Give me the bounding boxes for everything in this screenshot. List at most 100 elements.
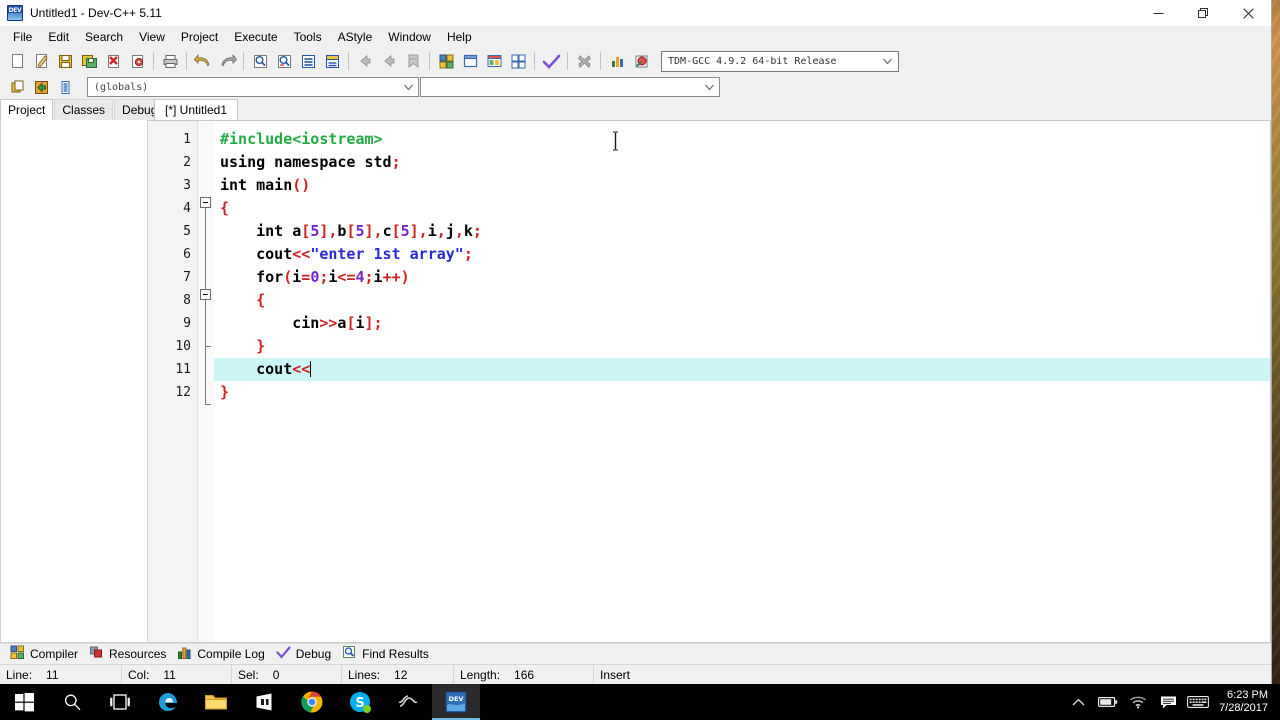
wifi-icon[interactable] — [1123, 684, 1153, 720]
bottom-tab-label: Resources — [109, 647, 167, 661]
toolbar-separator — [429, 52, 430, 70]
bottom-tab-resources[interactable]: Resources — [87, 643, 175, 665]
store-button[interactable] — [240, 684, 288, 720]
tab-strip: Project Classes Debug [*] Untitled1 — [0, 99, 1271, 120]
skype-button[interactable]: S — [336, 684, 384, 720]
toolbar-group-project — [435, 50, 529, 72]
scope-select[interactable]: (globals) — [87, 77, 419, 97]
debug-check-icon — [276, 645, 291, 663]
chevron-down-icon — [705, 83, 714, 94]
minimize-button[interactable] — [1136, 0, 1181, 26]
compiler-select[interactable]: TDM-GCC 4.9.2 64-bit Release — [661, 50, 899, 72]
save-all-icon[interactable] — [78, 50, 100, 72]
redo-icon[interactable] — [216, 50, 238, 72]
menu-view[interactable]: View — [131, 27, 173, 47]
status-length: Length: 166 — [454, 664, 594, 685]
project-panel[interactable] — [0, 120, 148, 643]
status-col-label: Col: — [128, 667, 150, 682]
edge-button[interactable] — [144, 684, 192, 720]
chevron-down-icon — [404, 83, 413, 94]
code-line-6: cout<<"enter 1st array"; — [220, 245, 473, 263]
bottom-tab-compiler[interactable]: Compiler — [8, 643, 87, 665]
project-manager-icon[interactable] — [507, 50, 529, 72]
line-number: 2 — [183, 155, 191, 170]
bottom-tab-label: Debug — [295, 647, 332, 661]
menu-tools[interactable]: Tools — [286, 27, 330, 47]
save-icon[interactable] — [54, 50, 76, 72]
new-file-icon[interactable] — [6, 50, 28, 72]
menu-file[interactable]: File — [5, 27, 40, 47]
bookmark-icon[interactable] — [402, 50, 424, 72]
code-folding-gutter[interactable] — [198, 121, 214, 642]
bottom-tab-find-results[interactable]: Find Results — [340, 643, 438, 665]
code-line-9: cin>>a[i]; — [220, 314, 383, 332]
chevron-down-icon — [883, 57, 892, 68]
project-options-icon[interactable] — [483, 50, 505, 72]
compile-icon[interactable] — [540, 50, 562, 72]
file-explorer-button[interactable] — [192, 684, 240, 720]
menu-execute[interactable]: Execute — [226, 27, 285, 47]
insert-icon[interactable] — [6, 76, 28, 98]
fold-collapse-box-line8[interactable] — [200, 289, 211, 300]
bottom-tab-debug[interactable]: Debug — [274, 643, 340, 665]
close-file-icon[interactable] — [102, 50, 124, 72]
sfit-button[interactable] — [384, 684, 432, 720]
status-lines-value: 12 — [394, 667, 408, 682]
find-icon[interactable] — [249, 50, 271, 72]
menu-window[interactable]: Window — [380, 27, 439, 47]
toolbar-separator — [534, 52, 535, 70]
undo-icon[interactable] — [192, 50, 214, 72]
replace-icon[interactable] — [273, 50, 295, 72]
chrome-button[interactable] — [288, 684, 336, 720]
taskbar-clock[interactable]: 6:23 PM 7/28/2017 — [1213, 684, 1280, 720]
windows-taskbar: S DEV 6:23 PM 7/28/2017 — [0, 684, 1280, 720]
tab-project[interactable]: Project — [0, 99, 54, 120]
status-sel-value: 0 — [272, 667, 280, 682]
code-line-11: cout<< — [214, 358, 1270, 381]
toolbar-group-file — [6, 50, 148, 72]
new-form-icon[interactable] — [459, 50, 481, 72]
tab-classes[interactable]: Classes — [54, 99, 114, 120]
menu-astyle[interactable]: AStyle — [330, 27, 381, 47]
devcpp-button[interactable]: DEV — [432, 684, 480, 720]
goto-function-icon[interactable] — [321, 50, 343, 72]
line-number: 6 — [183, 247, 191, 262]
fold-guide-line — [205, 300, 206, 405]
goto-line-icon[interactable] — [297, 50, 319, 72]
line-number: 4 — [183, 201, 191, 216]
touch-keyboard-button[interactable] — [1183, 684, 1213, 720]
menu-help[interactable]: Help — [439, 27, 480, 47]
code-text-area[interactable]: #include<iostream> using namespace std; … — [214, 121, 1270, 642]
menu-edit[interactable]: Edit — [40, 27, 77, 47]
search-button[interactable] — [48, 684, 96, 720]
restore-button[interactable] — [1181, 0, 1226, 26]
toggle-icon[interactable] — [30, 76, 52, 98]
battery-icon[interactable] — [1093, 684, 1123, 720]
editor-tab-untitled1[interactable]: [*] Untitled1 — [154, 99, 239, 120]
action-center-button[interactable] — [1153, 684, 1183, 720]
line-number: 9 — [183, 316, 191, 331]
start-button[interactable] — [0, 684, 48, 720]
bottom-tab-compile-log[interactable]: Compile Log — [175, 643, 273, 665]
toolbar-group-find — [249, 50, 343, 72]
menu-project[interactable]: Project — [173, 27, 226, 47]
forward-icon[interactable] — [378, 50, 400, 72]
new-project-icon[interactable] — [435, 50, 457, 72]
run-icon[interactable] — [606, 50, 628, 72]
close-button[interactable] — [1226, 0, 1271, 26]
menu-bar: File Edit Search View Project Execute To… — [0, 26, 1271, 48]
compile-and-run-icon[interactable] — [630, 50, 652, 72]
member-select[interactable] — [420, 77, 720, 97]
menu-search[interactable]: Search — [77, 27, 131, 47]
open-file-icon[interactable] — [30, 50, 52, 72]
fold-end-tick-line10 — [205, 346, 211, 347]
stop-execution-icon[interactable] — [573, 50, 595, 72]
print-setup-icon[interactable] — [126, 50, 148, 72]
task-view-button[interactable] — [96, 684, 144, 720]
show-hidden-icons-button[interactable] — [1063, 684, 1093, 720]
goto-class-icon[interactable] — [54, 76, 76, 98]
print-icon[interactable] — [159, 50, 181, 72]
back-icon[interactable] — [354, 50, 376, 72]
resources-icon — [89, 645, 104, 663]
fold-collapse-box-line4[interactable] — [200, 197, 211, 208]
